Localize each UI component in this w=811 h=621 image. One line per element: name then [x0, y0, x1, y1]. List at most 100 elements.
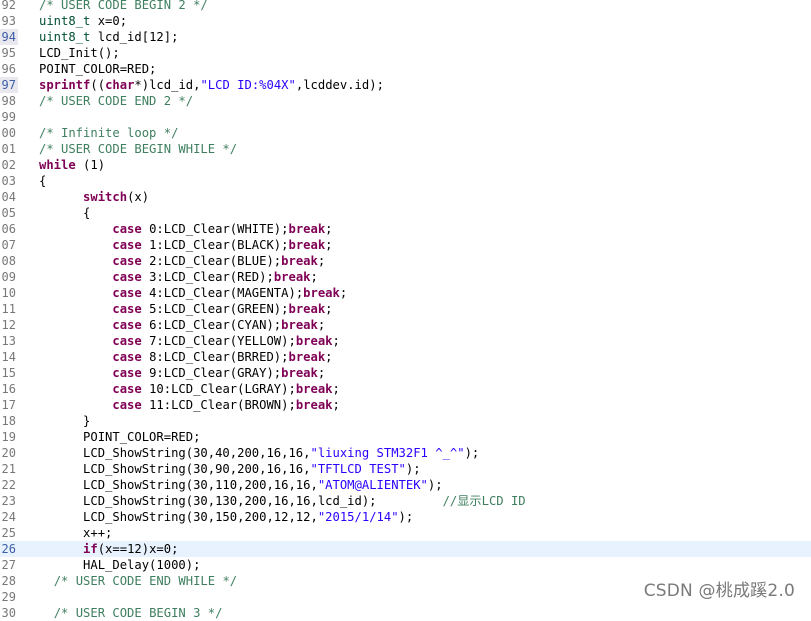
code-text[interactable]: case 10:LCD_Clear(LGRAY);break; [39, 381, 339, 397]
code-token: LCD_Init(); [39, 46, 120, 60]
code-text[interactable]: LCD_ShowString(30,130,200,16,16,lcd_id);… [39, 493, 526, 509]
code-line[interactable]: 14 case 8:LCD_Clear(BRRED);break; [0, 349, 811, 365]
code-line[interactable]: 15 case 9:LCD_Clear(GRAY);break; [0, 365, 811, 381]
code-line[interactable]: 27 HAL_Delay(1000); [0, 557, 811, 573]
code-line[interactable]: 18 } [0, 413, 811, 429]
code-line[interactable]: 20 LCD_ShowString(30,40,200,16,16,"liuxi… [0, 445, 811, 461]
line-number: 95 [1, 46, 16, 60]
code-text[interactable]: LCD_ShowString(30,40,200,16,16,"liuxing … [39, 445, 479, 461]
code-line[interactable]: 22 LCD_ShowString(30,110,200,16,16,"ATOM… [0, 477, 811, 493]
code-text[interactable]: case 0:LCD_Clear(WHITE);break; [39, 221, 332, 237]
code-line[interactable]: 98 /* USER CODE END 2 */ [0, 93, 811, 109]
line-number: 30 [1, 606, 16, 620]
code-text[interactable]: case 4:LCD_Clear(MAGENTA);break; [39, 285, 347, 301]
code-text[interactable]: /* Infinite loop */ [39, 125, 178, 141]
code-line[interactable]: 23 LCD_ShowString(30,130,200,16,16,lcd_i… [0, 493, 811, 509]
line-number: 16 [1, 382, 16, 396]
code-line[interactable]: 13 case 7:LCD_Clear(YELLOW);break; [0, 333, 811, 349]
code-text[interactable]: /* USER CODE BEGIN WHILE */ [39, 141, 237, 157]
code-line[interactable]: 24 LCD_ShowString(30,150,200,12,12,"2015… [0, 509, 811, 525]
code-text[interactable]: case 2:LCD_Clear(BLUE);break; [39, 253, 325, 269]
code-line[interactable]: 10 case 4:LCD_Clear(MAGENTA);break; [0, 285, 811, 301]
code-line[interactable]: 97 sprintf((char*)lcd_id,"LCD ID:%04X",lc… [0, 77, 811, 93]
keyword-token: case [112, 302, 142, 316]
code-token: (1) [75, 158, 106, 172]
code-line[interactable]: 08 case 2:LCD_Clear(BLUE);break; [0, 253, 811, 269]
code-token: ; [310, 270, 318, 284]
code-text[interactable]: x++; [39, 525, 112, 541]
code-line[interactable]: 11 case 5:LCD_Clear(GREEN);break; [0, 301, 811, 317]
code-text[interactable]: case 11:LCD_Clear(BROWN);break; [39, 397, 339, 413]
code-token: ; [317, 254, 326, 268]
code-editor[interactable]: 92/* USER CODE BEGIN 2 */93 uint8_t x=0; 9… [0, 0, 811, 621]
code-line[interactable]: 25 x++; [0, 525, 811, 541]
code-line[interactable]: 06 case 0:LCD_Clear(WHITE);break; [0, 221, 811, 237]
code-line[interactable]: 95 LCD_Init(); [0, 45, 811, 61]
code-text[interactable]: } [39, 413, 90, 429]
code-text[interactable]: LCD_ShowString(30,110,200,16,16,"ATOM@AL… [39, 477, 443, 493]
code-text[interactable]: POINT_COLOR=RED; [39, 61, 156, 77]
code-text[interactable]: /* USER CODE END 2 */ [39, 93, 193, 109]
code-text[interactable]: /* USER CODE BEGIN 2 */ [39, 0, 208, 13]
code-token: 3:LCD_Clear(RED); [141, 270, 274, 284]
code-line[interactable]: 17 case 11:LCD_Clear(BROWN);break; [0, 397, 811, 413]
code-text[interactable]: switch(x) [39, 189, 149, 205]
code-line[interactable]: 12 case 6:LCD_Clear(CYAN);break; [0, 317, 811, 333]
code-line[interactable]: 26 if(x==12)x=0; [0, 541, 811, 557]
code-line[interactable]: 93 uint8_t x=0; [0, 13, 811, 29]
code-text[interactable]: case 1:LCD_Clear(BLACK);break; [39, 237, 332, 253]
keyword-token: break [288, 350, 326, 364]
code-token: LCD_ShowString(30,150,200,12,12, [39, 510, 318, 524]
code-line[interactable]: 04 switch(x) [0, 189, 811, 205]
line-number: 10 [1, 286, 16, 300]
keyword-token: case [112, 286, 142, 300]
comment-token: //显示LCD ID [442, 494, 526, 508]
code-text[interactable]: if(x==12)x=0; [39, 541, 178, 557]
keyword-token: break [288, 302, 326, 316]
code-line[interactable]: 21 LCD_ShowString(30,90,200,16,16,"TFTLC… [0, 461, 811, 477]
code-text[interactable]: case 6:LCD_Clear(CYAN);break; [39, 317, 325, 333]
keyword-token: while [39, 158, 76, 172]
code-text[interactable]: case 7:LCD_Clear(YELLOW);break; [39, 333, 339, 349]
code-text[interactable]: LCD_ShowString(30,90,200,16,16,"TFTLCD T… [39, 461, 421, 477]
code-token: ); [405, 462, 421, 476]
code-line[interactable]: 07 case 1:LCD_Clear(BLACK);break; [0, 237, 811, 253]
code-text[interactable]: POINT_COLOR=RED; [39, 429, 200, 445]
code-text[interactable]: case 9:LCD_Clear(GRAY);break; [39, 365, 325, 381]
code-text[interactable]: case 5:LCD_Clear(GREEN);break; [39, 301, 333, 317]
line-number: 25 [1, 526, 16, 540]
code-text[interactable]: uint8_t x=0; [39, 13, 127, 29]
comment-token: /* USER CODE END WHILE */ [53, 574, 238, 588]
code-line[interactable]: 00 /* Infinite loop */ [0, 125, 811, 141]
code-line[interactable]: 19 POINT_COLOR=RED; [0, 429, 811, 445]
code-text[interactable]: /* USER CODE BEGIN 3 */ [39, 605, 223, 621]
code-token: ; [325, 302, 333, 316]
code-token: 8:LCD_Clear(BRRED); [141, 350, 289, 364]
code-line[interactable]: 09 case 3:LCD_Clear(RED);break; [0, 269, 811, 285]
code-line[interactable]: 96 POINT_COLOR=RED; [0, 61, 811, 77]
code-text[interactable]: LCD_ShowString(30,150,200,12,12,"2015/1/… [39, 509, 413, 525]
code-text[interactable]: { [39, 173, 46, 189]
code-line[interactable]: 16 case 10:LCD_Clear(LGRAY);break; [0, 381, 811, 397]
code-line[interactable]: 03 { [0, 173, 811, 189]
code-text[interactable]: while (1) [39, 157, 105, 173]
code-line[interactable]: 30 /* USER CODE BEGIN 3 */ [0, 605, 811, 621]
code-text[interactable]: { [39, 205, 90, 221]
code-line[interactable]: 02 while (1) [0, 157, 811, 173]
code-line[interactable]: 99 [0, 109, 811, 125]
code-text[interactable]: HAL_Delay(1000); [39, 557, 200, 573]
code-text[interactable]: case 8:LCD_Clear(BRRED);break; [39, 349, 332, 365]
code-text[interactable]: case 3:LCD_Clear(RED);break; [39, 269, 318, 285]
code-line[interactable]: 05 { [0, 205, 811, 221]
code-line[interactable]: 01 /* USER CODE BEGIN WHILE */ [0, 141, 811, 157]
code-text[interactable]: uint8_t lcd_id[12]; [39, 29, 178, 45]
code-line[interactable]: 94 uint8_t lcd_id[12]; [0, 29, 811, 45]
code-text[interactable]: sprintf((char*)lcd_id,"LCD ID:%04X",lcdd… [39, 77, 384, 93]
code-text[interactable]: LCD_Init(); [39, 45, 120, 61]
line-number: 19 [1, 430, 16, 444]
code-text[interactable]: /* USER CODE END WHILE */ [39, 573, 237, 589]
code-line[interactable]: 92 /* USER CODE BEGIN 2 */ [0, 0, 811, 13]
